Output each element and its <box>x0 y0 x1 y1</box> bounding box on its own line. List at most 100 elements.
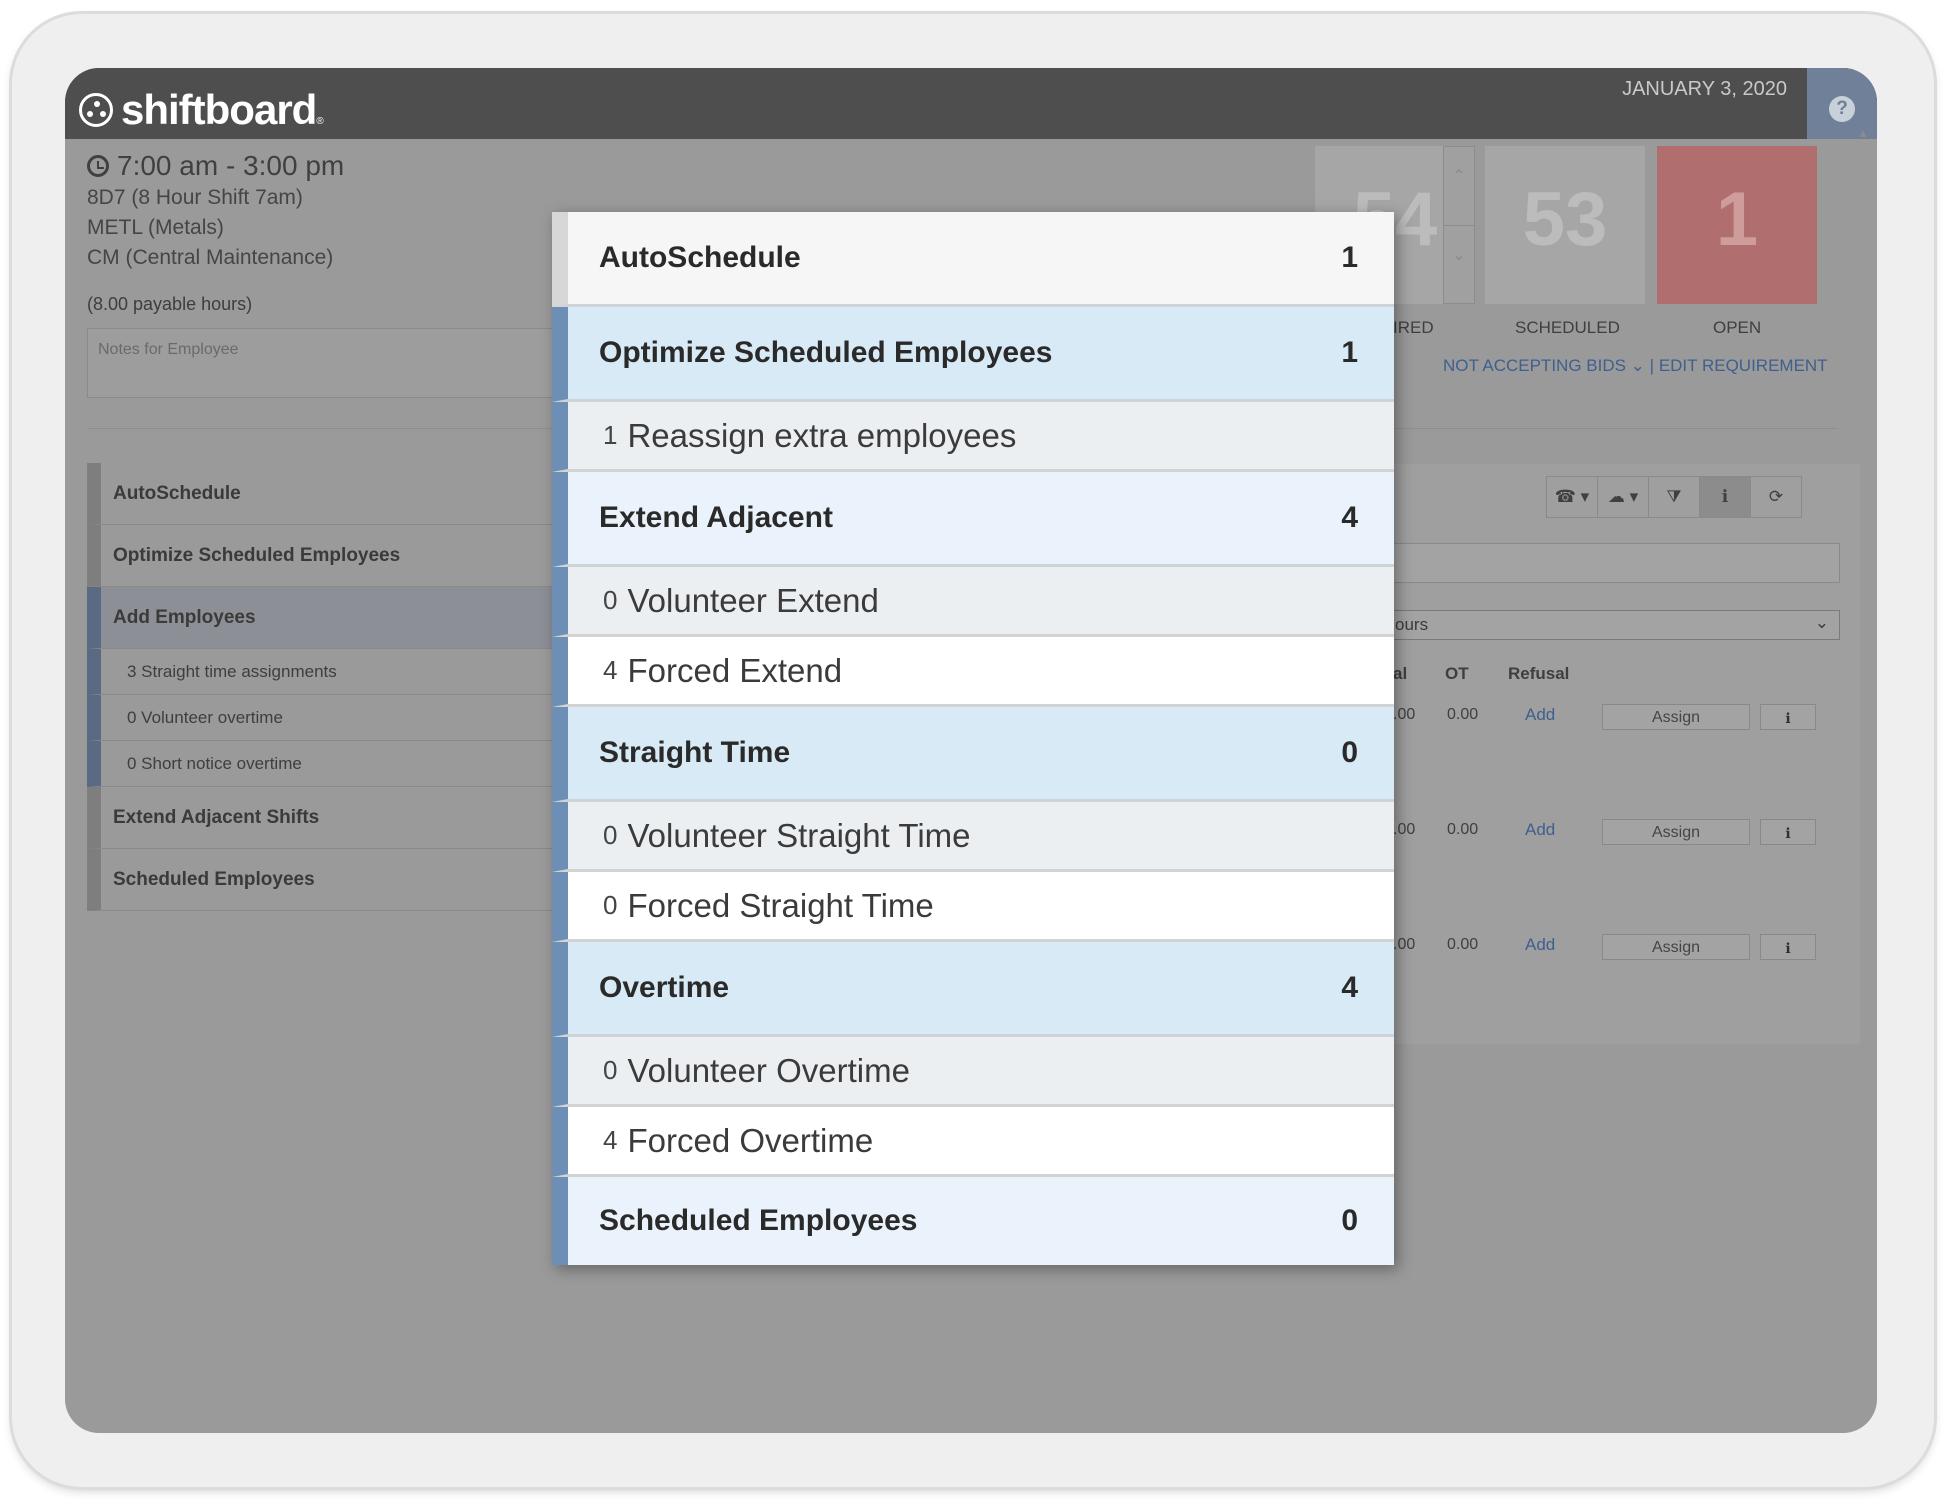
filter-icon[interactable]: ⧩ <box>1649 477 1700 517</box>
required-stepper[interactable]: ⌃ ⌄ <box>1443 146 1475 304</box>
edit-requirement-link[interactable]: EDIT REQUIREMENT <box>1659 356 1828 375</box>
forced-overtime-count: 4 <box>603 1125 618 1155</box>
autoschedule-label: AutoSchedule <box>599 241 801 274</box>
payable-hours: (8.00 payable hours) <box>87 294 253 314</box>
logo-mark-icon <box>79 93 113 127</box>
popup-volunteer-straight-time[interactable]: 0 Volunteer Straight Time <box>552 802 1394 872</box>
open-label: OPEN <box>1713 318 1762 337</box>
not-accepting-bids-dropdown[interactable]: NOT ACCEPTING BIDS ⌄ <box>1443 356 1645 375</box>
chevron-down-icon: ⌄ <box>1814 613 1829 632</box>
nav-extend-adjacent-shifts[interactable]: Extend Adjacent Shifts <box>87 787 567 849</box>
info-icon[interactable]: ℹ <box>1700 477 1751 517</box>
straight-time-label: Straight Time <box>599 736 791 769</box>
extend-label: Extend Adjacent <box>599 501 833 534</box>
overtime-label: Overtime <box>599 971 730 1004</box>
popup-reassign-extra-employees[interactable]: 1 Reassign extra employees <box>552 402 1394 472</box>
nav-add-employees[interactable]: Add Employees <box>87 587 567 649</box>
header-refusal: Refusal <box>1508 664 1570 683</box>
refresh-icon[interactable]: ⟳ <box>1751 477 1801 517</box>
logo-registered-mark: ® <box>316 115 324 127</box>
reassign-label: Reassign extra employees <box>627 416 1017 454</box>
popup-autoschedule[interactable]: AutoSchedule 1 <box>552 212 1394 307</box>
volunteer-overtime-count: 0 <box>603 1055 618 1085</box>
select-value: ours <box>1395 615 1429 634</box>
row1-add-link[interactable]: Add <box>1525 705 1555 725</box>
optimize-count: 1 <box>1341 336 1358 369</box>
stepper-down-icon[interactable]: ⌄ <box>1444 226 1474 286</box>
clock-icon <box>87 155 109 177</box>
row3-info-icon[interactable]: ℹ <box>1760 934 1816 960</box>
shiftboard-logo[interactable]: shiftboard ® <box>79 86 324 134</box>
autoschedule-count: 1 <box>1341 241 1358 274</box>
top-bar: shiftboard ® JANUARY 3, 2020 ? <box>65 68 1877 139</box>
help-icon: ? <box>1829 96 1855 122</box>
nav-scheduled-employees[interactable]: Scheduled Employees <box>87 849 567 911</box>
row2-regular: .00 <box>1393 821 1416 838</box>
popup-volunteer-overtime[interactable]: 0 Volunteer Overtime <box>552 1037 1394 1107</box>
volunteer-straight-count: 0 <box>603 820 618 850</box>
volunteer-extend-label: Volunteer Extend <box>627 581 879 619</box>
forced-straight-count: 0 <box>603 890 618 920</box>
current-date: JANUARY 3, 2020 <box>1622 78 1787 100</box>
shift-department: METL (Metals) <box>87 216 224 239</box>
popup-extend-adjacent[interactable]: Extend Adjacent 4 <box>552 472 1394 567</box>
volunteer-overtime-label: Volunteer Overtime <box>627 1051 910 1089</box>
open-count: 1 <box>1657 146 1817 304</box>
straight-time-count: 0 <box>1341 736 1358 769</box>
header-ot: OT <box>1445 664 1469 683</box>
shift-time: 7:00 am - 3:00 pm <box>87 150 344 182</box>
row2-assign-button[interactable]: Assign <box>1602 819 1750 845</box>
row2-info-icon[interactable]: ℹ <box>1760 819 1816 845</box>
row3-regular: .00 <box>1393 936 1416 953</box>
row2-add-link[interactable]: Add <box>1525 820 1555 840</box>
search-input[interactable] <box>1390 543 1840 583</box>
row3-assign-button[interactable]: Assign <box>1602 934 1750 960</box>
nav-sub-volunteer-overtime[interactable]: 0 Volunteer overtime <box>87 695 567 741</box>
autoschedule-nav: AutoSchedule Optimize Scheduled Employee… <box>87 463 567 911</box>
stepper-up-icon[interactable]: ⌃ <box>1444 147 1474 226</box>
popup-forced-straight-time[interactable]: 0 Forced Straight Time <box>552 872 1394 942</box>
scheduled-employees-count: 0 <box>1341 1204 1358 1237</box>
nav-optimize-scheduled-employees[interactable]: Optimize Scheduled Employees <box>87 525 567 587</box>
logo-text: shiftboard <box>121 86 317 133</box>
phone-icon[interactable]: ☎ ▾ <box>1547 477 1598 517</box>
shift-location: CM (Central Maintenance) <box>87 246 334 269</box>
nav-autoschedule[interactable]: AutoSchedule <box>87 463 567 525</box>
forced-extend-label: Forced Extend <box>627 651 843 689</box>
volunteer-extend-count: 0 <box>603 585 618 615</box>
panel-toolbar: ☎ ▾ ☁ ▾ ⧩ ℹ ⟳ <box>1546 476 1802 518</box>
nav-sub-straight-time[interactable]: 3 Straight time assignments <box>87 649 567 695</box>
row1-ot: 0.00 <box>1447 706 1479 723</box>
scheduled-label: SCHEDULED <box>1515 318 1620 337</box>
row1-regular: .00 <box>1393 706 1416 723</box>
cloud-icon[interactable]: ☁ ▾ <box>1598 477 1649 517</box>
row3-ot: 0.00 <box>1447 936 1479 953</box>
popup-scheduled-employees[interactable]: Scheduled Employees 0 <box>552 1177 1394 1265</box>
popup-volunteer-extend[interactable]: 0 Volunteer Extend <box>552 567 1394 637</box>
shift-time-label: 7:00 am - 3:00 pm <box>117 150 345 181</box>
scheduled-count: 53 <box>1485 146 1645 304</box>
link-separator: | <box>1649 356 1655 375</box>
popup-forced-overtime[interactable]: 4 Forced Overtime <box>552 1107 1394 1177</box>
optimize-label: Optimize Scheduled Employees <box>599 336 1053 369</box>
notes-for-employee-input[interactable]: Notes for Employee <box>87 328 577 398</box>
row1-info-icon[interactable]: ℹ <box>1760 704 1816 730</box>
forced-straight-label: Forced Straight Time <box>627 886 934 924</box>
overtime-count: 4 <box>1341 971 1358 1004</box>
extend-count: 4 <box>1341 501 1358 534</box>
autoschedule-popup: AutoSchedule 1 Optimize Scheduled Employ… <box>552 212 1394 1265</box>
shift-code: 8D7 (8 Hour Shift 7am) <box>87 186 303 209</box>
requirement-links: NOT ACCEPTING BIDS ⌄ | EDIT REQUIREMENT <box>1443 356 1828 376</box>
scroll-up-arrow-icon[interactable]: ▲ <box>1857 126 1869 140</box>
popup-optimize-scheduled-employees[interactable]: Optimize Scheduled Employees 1 <box>552 307 1394 402</box>
reassign-count: 1 <box>603 420 618 450</box>
row3-add-link[interactable]: Add <box>1525 935 1555 955</box>
header-regular: al <box>1393 664 1408 683</box>
popup-forced-extend[interactable]: 4 Forced Extend <box>552 637 1394 707</box>
row2-ot: 0.00 <box>1447 821 1479 838</box>
nav-sub-short-notice-overtime[interactable]: 0 Short notice overtime <box>87 741 567 787</box>
popup-straight-time[interactable]: Straight Time 0 <box>552 707 1394 802</box>
row1-assign-button[interactable]: Assign <box>1602 704 1750 730</box>
popup-overtime[interactable]: Overtime 4 <box>552 942 1394 1037</box>
hours-select[interactable]: ours ⌄ <box>1390 610 1840 640</box>
